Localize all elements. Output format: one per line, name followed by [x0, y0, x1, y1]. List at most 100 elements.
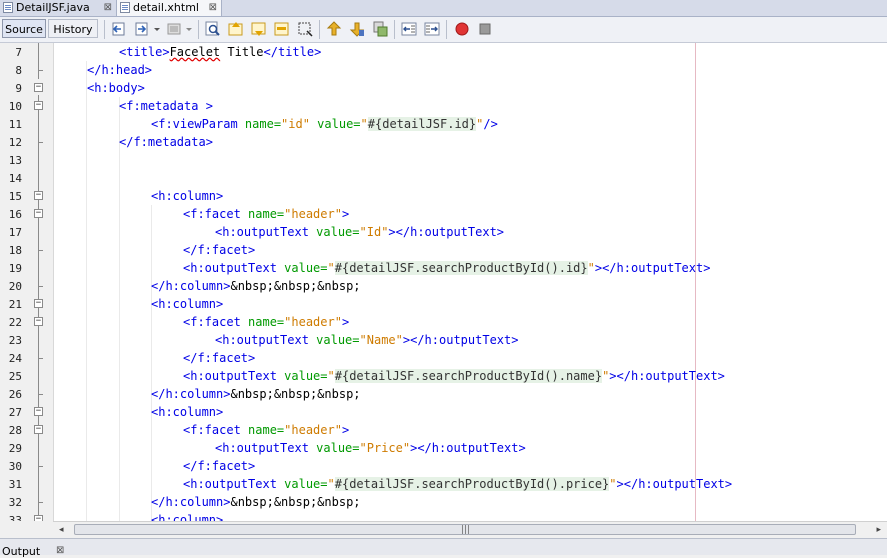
- line-number: 14: [8, 172, 22, 185]
- close-tab-icon[interactable]: ⊠: [104, 0, 112, 15]
- fold-collapse-icon[interactable]: −: [34, 209, 43, 218]
- code-line: 13: [0, 151, 887, 169]
- fold-collapse-icon[interactable]: −: [34, 191, 43, 200]
- find-icon[interactable]: [205, 21, 221, 37]
- fold-collapse-icon[interactable]: −: [34, 317, 43, 326]
- close-output-icon[interactable]: ⊠: [56, 545, 64, 556]
- line-number: 26: [8, 388, 22, 401]
- code-line: 21 − <h:column>: [0, 295, 887, 313]
- code-editor[interactable]: 7 <title>Facelet Title</title> 8 </h:hea…: [0, 43, 887, 521]
- line-number: 18: [8, 244, 22, 257]
- line-number: 30: [8, 460, 22, 473]
- fold-collapse-icon[interactable]: −: [34, 101, 43, 110]
- toggle-highlight-icon[interactable]: [274, 21, 290, 37]
- code-text: <f:facet name="header">: [183, 315, 350, 329]
- line-number: 16: [8, 208, 22, 221]
- toolbar-separator: [198, 20, 199, 39]
- code-text: <f:facet name="header">: [183, 423, 350, 437]
- java-file-icon: [3, 2, 13, 13]
- code-line: 8 </h:head>: [0, 61, 887, 79]
- code-line: 31 <h:outputText value="#{detailJSF.sear…: [0, 475, 887, 493]
- code-text: <f:metadata >: [119, 99, 213, 113]
- start-macro-icon[interactable]: [454, 21, 470, 37]
- toggle-rect-selection-icon[interactable]: [297, 21, 313, 37]
- code-text: </h:head>: [87, 63, 153, 77]
- line-number: 12: [8, 136, 22, 149]
- tab-label: DetailJSF.java: [16, 1, 90, 14]
- fold-end-marker: [38, 133, 43, 143]
- code-line: 32 </h:column>&nbsp;&nbsp;&nbsp;: [0, 493, 887, 511]
- history-dropdown-icon[interactable]: [166, 21, 182, 37]
- find-next-icon[interactable]: [251, 21, 267, 37]
- code-line: 12 </f:metadata>: [0, 133, 887, 151]
- toolbar-separator: [319, 20, 320, 39]
- code-text: </f:facet>: [183, 243, 256, 257]
- editor-tab-bar: DetailJSF.java ⊠ detail.xhtml ⊠: [0, 0, 887, 17]
- back-icon[interactable]: [111, 21, 127, 37]
- code-text: <h:column>: [151, 513, 224, 521]
- fold-collapse-icon[interactable]: −: [34, 515, 43, 521]
- code-line: 7 <title>Facelet Title</title>: [0, 43, 887, 61]
- line-number: 32: [8, 496, 22, 509]
- fold-end-marker: [38, 241, 43, 251]
- code-line: 9 − <h:body>: [0, 79, 887, 97]
- find-previous-icon[interactable]: [228, 21, 244, 37]
- line-number: 7: [15, 46, 22, 59]
- shift-left-icon[interactable]: [401, 21, 417, 37]
- line-number: 22: [8, 316, 22, 329]
- fold-end-marker: [38, 277, 43, 287]
- code-line: 23 <h:outputText value="Name"></h:output…: [0, 331, 887, 349]
- fold-end-marker: [38, 493, 43, 503]
- fold-collapse-icon[interactable]: −: [34, 83, 43, 92]
- line-number: 21: [8, 298, 22, 311]
- code-text: <f:viewParam name="id" value="#{detailJS…: [151, 117, 498, 131]
- prev-bookmark-icon[interactable]: [326, 21, 342, 37]
- code-text: <h:column>: [151, 405, 224, 419]
- editor-toolbar: Source History: [0, 17, 887, 43]
- code-text: <h:outputText value="Id"></h:outputText>: [215, 225, 505, 239]
- horizontal-scrollbar[interactable]: ◂ ||| ▸: [53, 521, 887, 538]
- source-button[interactable]: Source: [2, 19, 46, 38]
- tab-detail-xhtml[interactable]: detail.xhtml ⊠: [116, 0, 222, 16]
- toolbar-separator: [446, 20, 447, 39]
- code-line: 20 </h:column>&nbsp;&nbsp;&nbsp;: [0, 277, 887, 295]
- code-line: 15 − <h:column>: [0, 187, 887, 205]
- code-text: <h:body>: [87, 81, 145, 95]
- scroll-right-icon[interactable]: ▸: [876, 525, 881, 535]
- line-number: 31: [8, 478, 22, 491]
- history-button[interactable]: History: [48, 19, 98, 38]
- fold-collapse-icon[interactable]: −: [34, 425, 43, 434]
- chevron-down-icon[interactable]: [184, 21, 194, 37]
- line-number: 23: [8, 334, 22, 347]
- code-text: <h:outputText value="Price"></h:outputTe…: [215, 441, 526, 455]
- code-text: <h:outputText value="Name"></h:outputTex…: [215, 333, 519, 347]
- forward-dropdown-icon[interactable]: [134, 21, 150, 37]
- fold-collapse-icon[interactable]: −: [34, 299, 43, 308]
- line-number: 13: [8, 154, 22, 167]
- code-line: 24 </f:facet>: [0, 349, 887, 367]
- scroll-left-icon[interactable]: ◂: [59, 525, 64, 535]
- code-line: 30 </f:facet>: [0, 457, 887, 475]
- code-text: <h:column>: [151, 297, 224, 311]
- code-text: </h:column>&nbsp;&nbsp;&nbsp;: [151, 495, 361, 509]
- code-line: 18 </f:facet>: [0, 241, 887, 259]
- code-line: 27 − <h:column>: [0, 403, 887, 421]
- tab-label: detail.xhtml: [133, 1, 199, 14]
- toggle-bookmark-icon[interactable]: [372, 21, 388, 37]
- line-number: 28: [8, 424, 22, 437]
- stop-macro-icon[interactable]: [477, 21, 493, 37]
- scrollbar-thumb[interactable]: |||: [74, 524, 856, 535]
- output-tab[interactable]: Output: [2, 545, 40, 558]
- close-tab-icon[interactable]: ⊠: [209, 0, 217, 15]
- tab-detailjsf-java[interactable]: DetailJSF.java ⊠: [0, 0, 116, 15]
- shift-right-icon[interactable]: [424, 21, 440, 37]
- code-line: 26 </h:column>&nbsp;&nbsp;&nbsp;: [0, 385, 887, 403]
- code-line: 10 − <f:metadata >: [0, 97, 887, 115]
- chevron-down-icon[interactable]: [152, 21, 162, 37]
- xhtml-file-icon: [120, 2, 130, 13]
- fold-collapse-icon[interactable]: −: [34, 407, 43, 416]
- code-text: </f:facet>: [183, 459, 256, 473]
- code-text: </f:metadata>: [119, 135, 213, 149]
- next-bookmark-icon[interactable]: [349, 21, 365, 37]
- line-number: 8: [15, 64, 22, 77]
